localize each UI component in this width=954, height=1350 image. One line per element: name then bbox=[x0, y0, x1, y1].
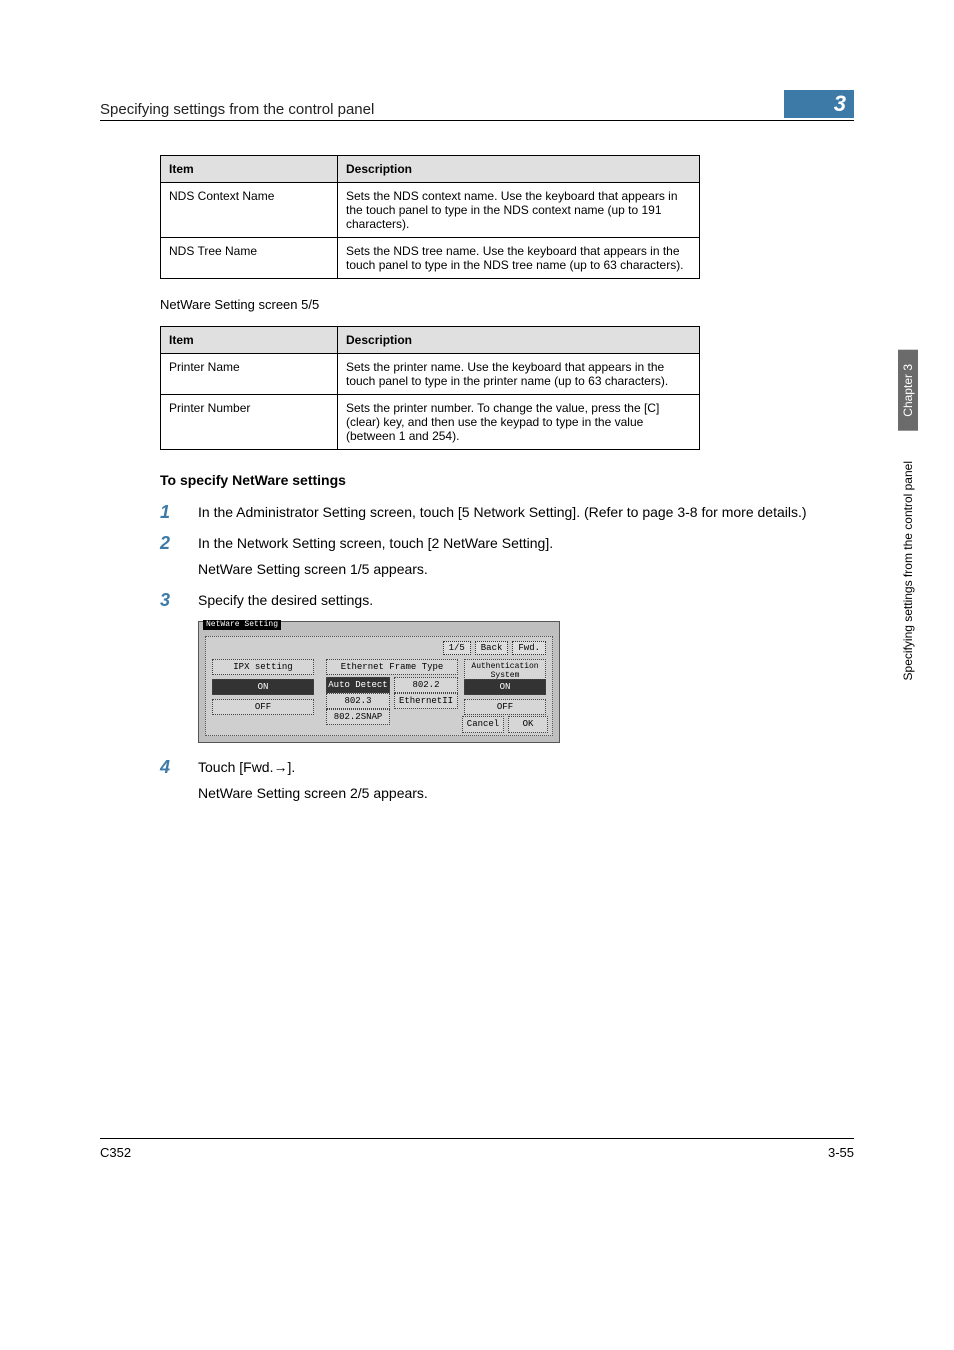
ipx-off-button[interactable]: OFF bbox=[212, 699, 314, 716]
frame-8023-button[interactable]: 802.3 bbox=[326, 693, 390, 710]
header-rule bbox=[100, 120, 854, 121]
page-footer: C352 3-55 bbox=[100, 1138, 854, 1160]
page-header-title: Specifying settings from the control pan… bbox=[100, 101, 784, 118]
cancel-button[interactable]: Cancel bbox=[462, 716, 504, 733]
auth-off-button[interactable]: OFF bbox=[464, 699, 546, 716]
cell-desc: Sets the printer name. Use the keyboard … bbox=[338, 354, 700, 395]
cell-desc: Sets the NDS tree name. Use the keyboard… bbox=[338, 238, 700, 279]
step-text: In the Network Setting screen, touch [2 … bbox=[198, 533, 854, 553]
table-row: NDS Context Name Sets the NDS context na… bbox=[161, 183, 700, 238]
frame-ethernetii-button[interactable]: EthernetII bbox=[394, 693, 458, 710]
cell-desc: Sets the printer number. To change the v… bbox=[338, 395, 700, 450]
cell-item: Printer Name bbox=[161, 354, 338, 395]
step-number: 2 bbox=[160, 533, 198, 580]
ok-button[interactable]: OK bbox=[508, 716, 548, 733]
sidebar: Chapter 3 Specifying settings from the c… bbox=[898, 350, 918, 694]
sidebar-section-tab: Specifying settings from the control pan… bbox=[898, 447, 918, 694]
cell-item: Printer Number bbox=[161, 395, 338, 450]
ipx-on-button[interactable]: ON bbox=[212, 679, 314, 696]
netware-setting-screenshot: NetWare Setting 1/5 Back Fwd. IPX settin… bbox=[198, 621, 560, 743]
step-number: 1 bbox=[160, 502, 198, 523]
step-text: Touch [Fwd.→]. bbox=[198, 757, 854, 777]
table-row: Printer Number Sets the printer number. … bbox=[161, 395, 700, 450]
screenshot-title: NetWare Setting bbox=[203, 620, 281, 630]
frame-snap-button[interactable]: 802.2SNAP bbox=[326, 709, 390, 726]
sidebar-chapter-tab: Chapter 3 bbox=[898, 350, 918, 431]
auth-on-button[interactable]: ON bbox=[464, 679, 546, 696]
footer-page-number: 3-55 bbox=[828, 1145, 854, 1160]
step-3: 3 Specify the desired settings. bbox=[160, 590, 854, 611]
table-printer: Item Description Printer Name Sets the p… bbox=[160, 326, 700, 450]
fwd-button[interactable]: Fwd. bbox=[512, 641, 546, 655]
table-header-item: Item bbox=[161, 327, 338, 354]
step-subtext: NetWare Setting screen 1/5 appears. bbox=[198, 559, 854, 579]
step-2: 2 In the Network Setting screen, touch [… bbox=[160, 533, 854, 580]
table-header-item: Item bbox=[161, 156, 338, 183]
netware-5-5-label: NetWare Setting screen 5/5 bbox=[160, 297, 854, 312]
table-header-desc: Description bbox=[338, 327, 700, 354]
cell-desc: Sets the NDS context name. Use the keybo… bbox=[338, 183, 700, 238]
frame-8022-button[interactable]: 802.2 bbox=[394, 677, 458, 694]
step-text: In the Administrator Setting screen, tou… bbox=[198, 502, 854, 523]
page-indicator: 1/5 bbox=[443, 641, 471, 655]
step-subtext: NetWare Setting screen 2/5 appears. bbox=[198, 783, 854, 803]
subheading-specify-netware: To specify NetWare settings bbox=[160, 472, 854, 488]
chapter-badge: 3 bbox=[784, 90, 854, 118]
step-4: 4 Touch [Fwd.→]. NetWare Setting screen … bbox=[160, 757, 854, 804]
table-header-desc: Description bbox=[338, 156, 700, 183]
back-button[interactable]: Back bbox=[475, 641, 509, 655]
table-row: NDS Tree Name Sets the NDS tree name. Us… bbox=[161, 238, 700, 279]
step-number: 3 bbox=[160, 590, 198, 611]
cell-item: NDS Context Name bbox=[161, 183, 338, 238]
cell-item: NDS Tree Name bbox=[161, 238, 338, 279]
frame-type-label: Ethernet Frame Type bbox=[326, 659, 458, 676]
table-row: Printer Name Sets the printer name. Use … bbox=[161, 354, 700, 395]
auto-detect-button[interactable]: Auto Detect bbox=[326, 677, 390, 694]
ipx-setting-label: IPX setting bbox=[212, 659, 314, 676]
step-number: 4 bbox=[160, 757, 198, 804]
step-1: 1 In the Administrator Setting screen, t… bbox=[160, 502, 854, 523]
footer-model: C352 bbox=[100, 1145, 131, 1160]
step-text: Specify the desired settings. bbox=[198, 590, 854, 611]
table-nds: Item Description NDS Context Name Sets t… bbox=[160, 155, 700, 279]
